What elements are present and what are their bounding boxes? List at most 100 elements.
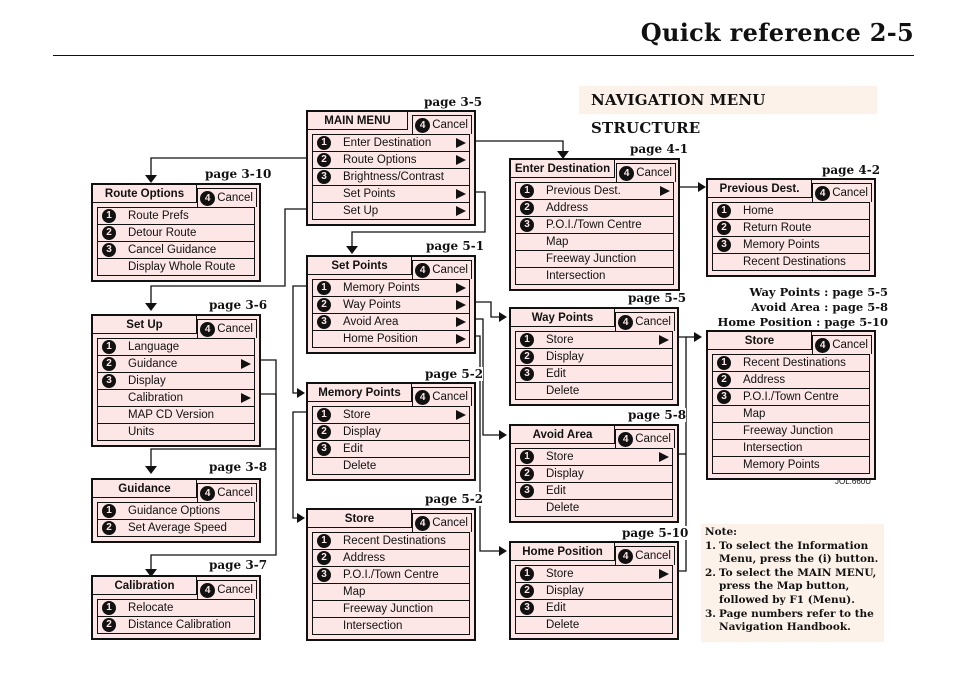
cancel-button[interactable]: 4 Cancel [412,115,472,134]
menu-item[interactable]: 2 Address [516,199,673,216]
menu-item[interactable]: 1 Relocate [98,600,254,616]
note-number: 3. [705,607,716,620]
menu-item[interactable]: Map [313,583,469,600]
menu-item[interactable]: 2 Detour Route [98,224,254,241]
menu-item[interactable]: 3 Edit [313,440,469,457]
cancel-label: Cancel [217,487,253,499]
menu-item[interactable]: 1 Route Prefs [98,208,254,224]
number-4-icon: 4 [415,515,431,531]
menu-item[interactable]: 3 Edit [516,599,672,616]
menu-item[interactable]: 1 Store [313,407,469,423]
menu-item[interactable]: 1 Enter Destination [313,135,469,151]
menu-item[interactable]: 1 Store [516,332,672,348]
menu-item[interactable]: MAP CD Version [98,406,254,423]
menu-header: Guidance 4 Cancel [93,480,259,502]
cancel-button[interactable]: 4 Cancel [197,319,257,338]
note-text: Page numbers refer to the Navigation Han… [719,607,874,634]
menu-home-position: Home Position 4 Cancel 1 Store 2 Display 3 Edit D… [509,541,679,640]
menu-item[interactable]: Memory Points [713,456,869,473]
menu-item[interactable]: 1 Store [516,449,672,465]
menu-item[interactable]: 1 Guidance Options [98,503,254,519]
menu-item[interactable]: Home Position [313,330,469,347]
menu-item-label: Address [546,202,589,214]
menu-item[interactable]: 2 Distance Calibration [98,616,254,633]
menu-item[interactable]: 2 Display [516,582,672,599]
menu-item[interactable]: 1 Recent Destinations [313,533,469,549]
cancel-button[interactable]: 4 Cancel [812,183,872,202]
cancel-button[interactable]: 4 Cancel [616,163,676,182]
number-2-icon: 2 [317,425,331,439]
menu-item-label: Display [546,468,584,480]
legend-line: Home Position : page 5-10 [717,315,888,329]
menu-header: MAIN MENU 4 Cancel [308,112,474,134]
menu-item[interactable]: 2 Address [313,549,469,566]
menu-item[interactable]: Set Up [313,202,469,219]
menu-item[interactable]: 3 P.O.I./Town Centre [313,566,469,583]
menu-item[interactable]: Delete [313,457,469,474]
page-ref-previous-dest: page 4-2 [822,163,881,177]
cancel-button[interactable]: 4 Cancel [812,335,872,354]
menu-item[interactable]: Set Points [313,185,469,202]
menu-item[interactable]: 3 Cancel Guidance [98,241,254,258]
number-1-icon: 1 [317,534,331,548]
menu-item[interactable]: 1 Language [98,339,254,355]
menu-item[interactable]: Map [713,405,869,422]
menu-item[interactable]: 3 Display [98,372,254,389]
cancel-button[interactable]: 4 Cancel [615,429,675,448]
menu-item[interactable]: 3 Avoid Area [313,313,469,330]
menu-item[interactable]: 2 Address [713,371,869,388]
menu-item[interactable]: Recent Destinations [713,253,869,270]
number-2-icon: 2 [317,298,331,312]
menu-item[interactable]: 2 Guidance [98,355,254,372]
menu-enter-destination: Enter Destination 4 Cancel 1 Previous Dest. 2… [509,158,680,291]
menu-item[interactable]: 1 Recent Destinations [713,355,869,371]
menu-item[interactable]: 2 Display [516,465,672,482]
menu-item[interactable]: 3 P.O.I./Town Centre [713,388,869,405]
menu-item[interactable]: Calibration [98,389,254,406]
menu-item[interactable]: 3 Edit [516,365,672,382]
cancel-button[interactable]: 4 Cancel [197,483,257,502]
menu-item[interactable]: Units [98,423,254,440]
menu-item[interactable]: Display Whole Route [98,258,254,275]
cancel-button[interactable]: 4 Cancel [197,580,257,599]
menu-item[interactable]: Freeway Junction [313,600,469,617]
menu-item[interactable]: Map [516,233,673,250]
number-3-icon: 3 [717,238,731,252]
menu-item[interactable]: 1 Previous Dest. [516,183,673,199]
number-2-icon: 2 [317,153,331,167]
menu-item[interactable]: 3 Memory Points [713,236,869,253]
menu-item[interactable]: Delete [516,616,672,633]
menu-item[interactable]: 3 P.O.I./Town Centre [516,216,673,233]
cancel-button[interactable]: 4 Cancel [412,260,472,279]
menu-item[interactable]: 2 Set Average Speed [98,519,254,536]
number-4-icon: 4 [200,582,216,598]
menu-item[interactable]: 2 Return Route [713,219,869,236]
menu-item[interactable]: Freeway Junction [713,422,869,439]
submenu-arrow-icon [659,569,669,579]
menu-item[interactable]: 2 Route Options [313,151,469,168]
menu-item[interactable]: Intersection [713,439,869,456]
cancel-button[interactable]: 4 Cancel [197,188,257,207]
menu-item[interactable]: 1 Store [516,566,672,582]
menu-item[interactable]: Intersection [516,267,673,284]
cancel-button[interactable]: 4 Cancel [615,546,675,565]
menu-item[interactable]: 3 Edit [516,482,672,499]
menu-item[interactable]: 1 Memory Points [313,280,469,296]
menu-item[interactable]: 1 Home [713,203,869,219]
menu-item[interactable]: 2 Way Points [313,296,469,313]
menu-item[interactable]: 2 Display [313,423,469,440]
menu-item[interactable]: Freeway Junction [516,250,673,267]
menu-item[interactable]: Delete [516,499,672,516]
menu-item[interactable]: Intersection [313,617,469,634]
cancel-button[interactable]: 4 Cancel [412,387,472,406]
cancel-button[interactable]: 4 Cancel [412,513,472,532]
menu-item-label: Previous Dest. [546,185,621,197]
menu-item-label: Memory Points [743,239,820,251]
menu-item[interactable]: 2 Display [516,348,672,365]
menu-item[interactable]: 3 Brightness/Contrast [313,168,469,185]
menu-item-label: Distance Calibration [128,619,231,631]
cancel-button[interactable]: 4 Cancel [615,312,675,331]
menu-item-list: 1 Language 2 Guidance 3 Display Calibration MAP… [97,338,255,441]
menu-title: Set Up [93,316,197,334]
menu-item[interactable]: Delete [516,382,672,399]
